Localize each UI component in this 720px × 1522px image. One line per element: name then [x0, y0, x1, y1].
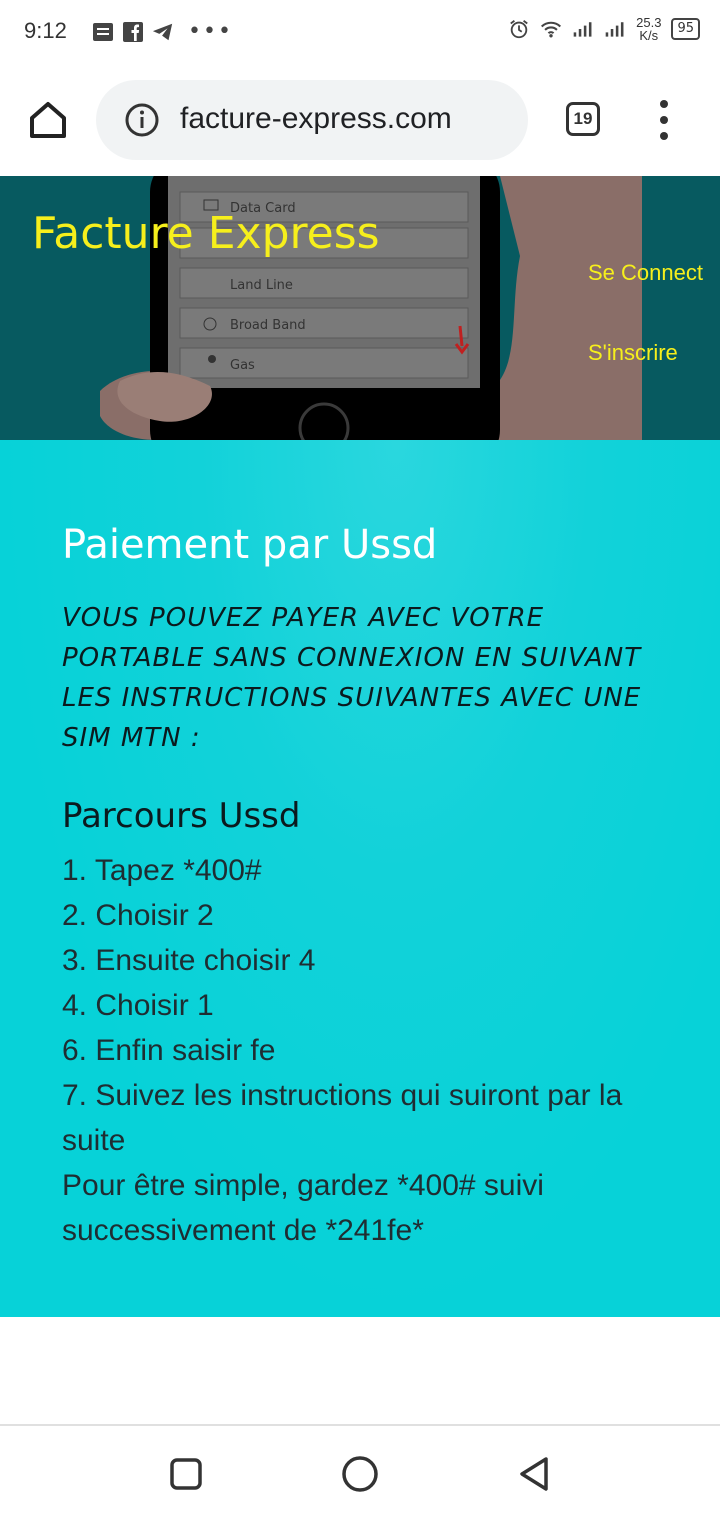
login-link[interactable]: Se Connect	[588, 260, 703, 286]
system-nav-bar	[0, 1424, 720, 1522]
intro-text: VOUS POUVEZ PAYER AVEC VOTRE PORTABLE SA…	[62, 603, 642, 753]
info-icon[interactable]	[124, 102, 160, 138]
url-text[interactable]: facture-express.com	[180, 102, 452, 136]
ussd-payment-section: Paiement par Ussd VOUS POUVEZ PAYER AVEC…	[0, 440, 720, 1317]
list-item: 1. Tapez *400#	[62, 854, 262, 887]
site-header: Data Card Land Line Broad Band Gas Factu…	[0, 176, 720, 440]
tab-switcher-button[interactable]: 19	[566, 102, 600, 136]
notes-icon	[92, 21, 114, 43]
alarm-icon	[508, 18, 530, 40]
browser-toolbar: facture-express.com 19	[0, 64, 720, 176]
home-nav-icon[interactable]	[340, 1454, 380, 1494]
wifi-icon	[540, 18, 562, 40]
list-item: 2. Choisir 2	[62, 899, 214, 932]
steps-list: 1. Tapez *400# 2. Choisir 2 3. Ensuite c…	[62, 848, 682, 1253]
hero-item: Land Line	[230, 278, 293, 293]
status-bar: 9:12 ••• 25.3 K/s 95	[0, 0, 720, 64]
address-bar[interactable]: facture-express.com	[96, 80, 528, 160]
signal-icon	[572, 18, 594, 40]
hero-item: Gas	[230, 358, 255, 373]
facebook-icon	[122, 21, 144, 43]
list-item: 6. Enfin saisir fe	[62, 1034, 276, 1067]
hero-item: Broad Band	[230, 318, 306, 333]
list-item: 7. Suivez les instructions qui suiront p…	[62, 1079, 623, 1157]
list-item: 4. Choisir 1	[62, 989, 214, 1022]
net-speed: 25.3 K/s	[636, 16, 661, 42]
list-item: 3. Ensuite choisir 4	[62, 944, 316, 977]
net-speed-unit: K/s	[639, 28, 659, 43]
status-time: 9:12	[24, 18, 67, 43]
section-heading: Parcours Ussd	[62, 796, 301, 836]
battery-icon: 95	[671, 18, 700, 40]
telegram-icon	[152, 21, 174, 43]
recents-icon[interactable]	[166, 1454, 206, 1494]
home-icon[interactable]	[26, 98, 70, 142]
signal-icon	[604, 18, 626, 40]
site-title[interactable]: Facture Express	[32, 208, 380, 259]
more-dots-icon: •••	[188, 19, 233, 44]
back-icon[interactable]	[514, 1454, 554, 1494]
overflow-menu-icon[interactable]	[652, 100, 676, 140]
signup-link[interactable]: S'inscrire	[588, 340, 678, 366]
page-title: Paiement par Ussd	[62, 522, 438, 568]
list-item: Pour être simple, gardez *400# suivi suc…	[62, 1169, 544, 1247]
